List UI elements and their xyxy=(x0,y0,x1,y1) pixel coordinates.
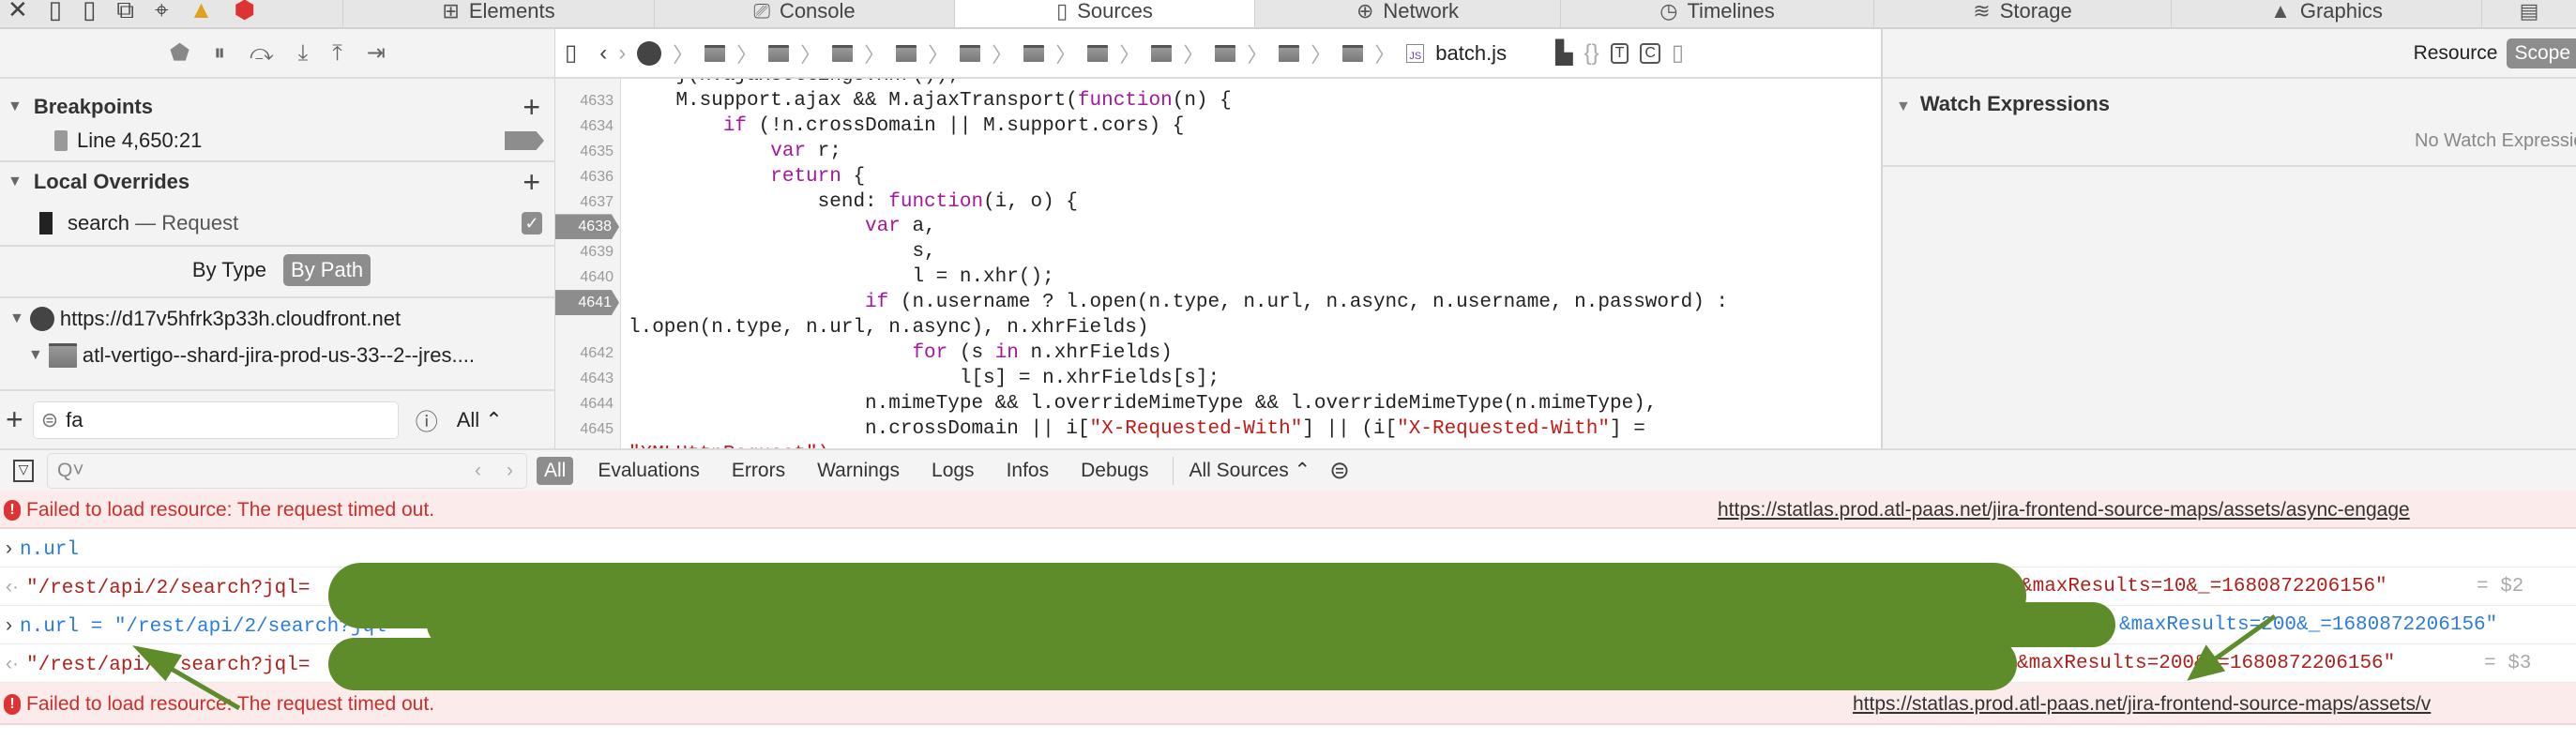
arrow-annotation xyxy=(2187,613,2277,681)
redaction-scribble xyxy=(328,638,2017,690)
arrow-annotation xyxy=(131,645,241,711)
redaction-overlay xyxy=(131,563,2277,711)
